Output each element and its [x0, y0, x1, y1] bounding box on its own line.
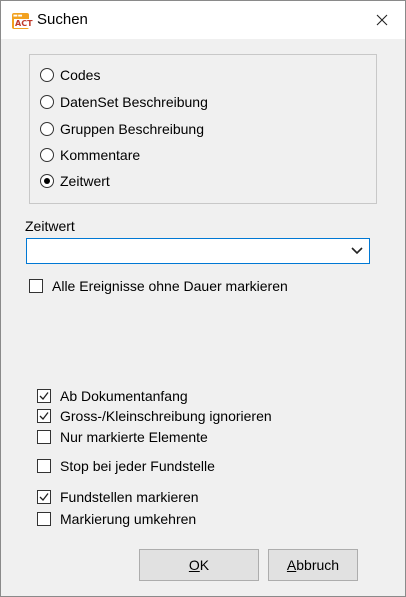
check-icon: [39, 493, 49, 501]
search-dialog: ▬▬ ACT Suchen Codes DatenSet Beschreibun…: [0, 0, 406, 597]
checkbox-checked[interactable]: [37, 490, 51, 504]
checkbox-only-marked-elements[interactable]: Nur markierte Elemente: [37, 428, 208, 446]
radio-group-description[interactable]: Gruppen Beschreibung: [40, 120, 204, 138]
radio-comments[interactable]: Kommentare: [40, 146, 140, 164]
radio-label: DatenSet Beschreibung: [60, 94, 208, 110]
radio-codes[interactable]: Codes: [40, 66, 100, 84]
checkbox-invert-marking[interactable]: Markierung umkehren: [37, 510, 196, 528]
radio-label: Codes: [60, 67, 101, 83]
close-button[interactable]: [359, 1, 405, 39]
checkbox-mark-without-duration[interactable]: Alle Ereignisse ohne Dauer markieren: [29, 277, 288, 295]
cancel-label-rest: bbruch: [296, 557, 340, 573]
cancel-mnemonic: A: [286, 557, 297, 573]
checkbox-ignore-case[interactable]: Gross-/Kleinschreibung ignorieren: [37, 407, 272, 425]
app-logo-text: ACT: [14, 19, 34, 28]
chevron-down-icon[interactable]: [351, 246, 363, 256]
checkbox[interactable]: [29, 279, 43, 293]
checkbox-stop-at-each-match[interactable]: Stop bei jeder Fundstelle: [37, 457, 215, 475]
checkbox-checked[interactable]: [37, 389, 51, 403]
check-icon: [39, 392, 49, 400]
radio-label: Kommentare: [60, 147, 141, 163]
ok-button[interactable]: OK: [139, 549, 259, 581]
search-scope-group: Codes DatenSet Beschreibung Gruppen Besc…: [29, 54, 377, 204]
ok-mnemonic: O: [188, 557, 200, 573]
radio-button[interactable]: [40, 122, 54, 136]
app-logo-icon: ▬▬ ACT: [12, 13, 34, 29]
radio-dataset-description[interactable]: DatenSet Beschreibung: [40, 93, 208, 111]
time-value-label: Zeitwert: [25, 218, 75, 234]
checkbox-label: Fundstellen markieren: [60, 489, 199, 505]
checkbox-checked[interactable]: [37, 409, 51, 423]
radio-label: Zeitwert: [60, 173, 110, 189]
checkbox-label: Alle Ereignisse ohne Dauer markieren: [52, 278, 288, 294]
window-title: Suchen: [37, 11, 88, 28]
checkbox-mark-matches[interactable]: Fundstellen markieren: [37, 488, 199, 506]
radio-button-selected[interactable]: [40, 174, 54, 188]
cancel-button[interactable]: Abbruch: [268, 549, 358, 581]
check-icon: [39, 412, 49, 420]
title-bar: ▬▬ ACT Suchen: [1, 1, 405, 39]
radio-button[interactable]: [40, 68, 54, 82]
radio-label: Gruppen Beschreibung: [60, 121, 204, 137]
radio-time-value[interactable]: Zeitwert: [40, 172, 110, 190]
checkbox-label: Stop bei jeder Fundstelle: [60, 458, 215, 474]
checkbox[interactable]: [37, 430, 51, 444]
close-icon: [376, 14, 388, 26]
checkbox-label: Ab Dokumentanfang: [60, 388, 188, 404]
checkbox-label: Nur markierte Elemente: [60, 429, 208, 445]
checkbox[interactable]: [37, 459, 51, 473]
checkbox[interactable]: [37, 512, 51, 526]
radio-button[interactable]: [40, 148, 54, 162]
ok-label-rest: K: [199, 557, 210, 573]
time-value-combobox[interactable]: [26, 238, 370, 264]
radio-button[interactable]: [40, 95, 54, 109]
checkbox-label: Gross-/Kleinschreibung ignorieren: [60, 408, 272, 424]
checkbox-from-document-start[interactable]: Ab Dokumentanfang: [37, 387, 188, 405]
checkbox-label: Markierung umkehren: [60, 511, 197, 527]
